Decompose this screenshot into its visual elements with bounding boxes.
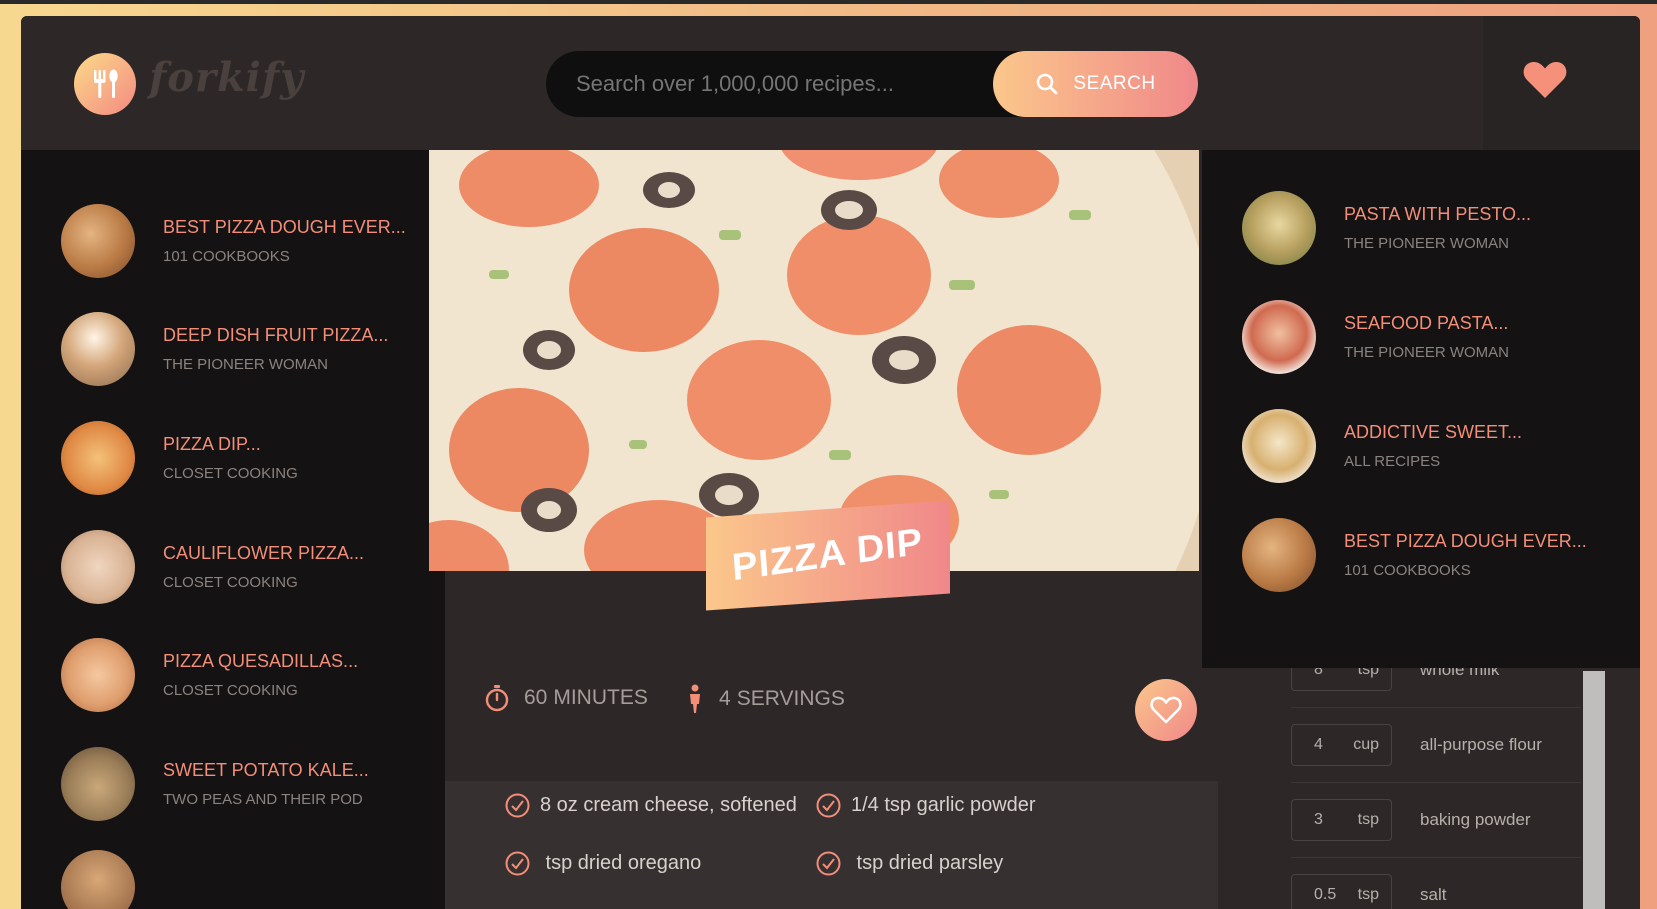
liked-recipe-title: BEST PIZZA DOUGH EVER... <box>1344 531 1587 551</box>
check-circle-icon <box>505 793 530 818</box>
recipe-thumbnail <box>61 421 135 495</box>
recipe-title-text: PIZZA DIP <box>731 520 925 590</box>
liked-recipe-item[interactable]: ADDICTIVE SWEET... ALL RECIPES <box>1242 406 1640 486</box>
ingredient-item: tsp dried parsley <box>816 851 1003 876</box>
result-publisher: CLOSET COOKING <box>163 574 298 591</box>
quantity-input[interactable]: 0.5 tsp <box>1291 874 1392 909</box>
recipe-servings-value: 4 <box>719 687 731 710</box>
liked-recipe-publisher: THE PIONEER WOMAN <box>1344 344 1510 361</box>
search-button[interactable]: SEARCH <box>993 51 1198 117</box>
logo-text: forkify <box>149 54 305 101</box>
result-item[interactable]: DEEP DISH FRUIT PIZZA... THE PIONEER WOM… <box>61 309 441 389</box>
search-icon <box>1037 73 1058 95</box>
result-title: DEEP DISH FRUIT PIZZA... <box>163 325 389 345</box>
recipe-servings-unit: SERVINGS <box>736 687 845 710</box>
liked-recipe-item[interactable]: SEAFOOD PASTA... THE PIONEER WOMAN <box>1242 297 1640 377</box>
recipe-thumbnail <box>61 747 135 821</box>
result-title: PIZZA QUESADILLAS... <box>163 651 359 671</box>
app-container: forkify SEARCH BEST PIZZA DOUGH EVER... … <box>21 16 1640 909</box>
result-item[interactable]: BEST PIZZA DOUGH EVER... 101 COOKBOOKS <box>61 201 441 281</box>
check-circle-icon <box>816 793 841 818</box>
recipe-thumbnail <box>61 312 135 386</box>
shopping-item: 4 cup all-purpose flour <box>1291 708 1581 783</box>
result-publisher: CLOSET COOKING <box>163 465 298 482</box>
ingredient-item: tsp dried oregano <box>505 851 701 876</box>
scrollbar[interactable] <box>1583 671 1605 909</box>
recipe-title: PIZZA DIP <box>706 500 950 611</box>
result-publisher: THE PIONEER WOMAN <box>163 356 329 373</box>
shopping-item-description: salt <box>1420 885 1447 904</box>
bookmark-button[interactable] <box>1135 679 1197 741</box>
search-input[interactable] <box>576 51 976 117</box>
result-item[interactable]: SWEET POTATO KALE... TWO PEAS AND THEIR … <box>61 744 441 824</box>
shopping-item: 0.5 tsp salt <box>1291 858 1581 909</box>
result-title: BEST PIZZA DOUGH EVER... <box>163 217 406 237</box>
result-publisher: 101 COOKBOOKS <box>163 248 290 265</box>
liked-recipe-publisher: ALL RECIPES <box>1344 453 1441 470</box>
header: forkify SEARCH <box>21 16 1640 150</box>
recipe-image <box>429 150 1199 571</box>
result-item[interactable]: PIZZA DIP... CLOSET COOKING <box>61 418 441 498</box>
recipe-thumbnail <box>61 204 135 278</box>
liked-recipe-publisher: 101 COOKBOOKS <box>1344 562 1471 579</box>
recipe-time: 60 MINUTES <box>484 684 648 712</box>
liked-recipe-title: SEAFOOD PASTA... <box>1344 313 1509 333</box>
window-top-border <box>0 0 1657 4</box>
result-publisher: TWO PEAS AND THEIR POD <box>163 791 363 808</box>
person-icon <box>690 684 700 713</box>
result-item[interactable]: CAULIFLOWER PIZZA... CLOSET COOKING <box>61 527 441 607</box>
stopwatch-icon <box>485 685 509 712</box>
heart-outline-icon <box>1150 696 1182 724</box>
quantity-input[interactable]: 3 tsp <box>1291 799 1392 841</box>
result-publisher: CLOSET COOKING <box>163 682 298 699</box>
liked-recipe-item[interactable]: PASTA WITH PESTO... THE PIONEER WOMAN <box>1242 188 1640 268</box>
shopping-item: 3 tsp baking powder <box>1291 783 1581 858</box>
shopping-item-description: baking powder <box>1420 810 1531 829</box>
recipe-thumbnail <box>61 638 135 712</box>
search-results-panel: BEST PIZZA DOUGH EVER... 101 COOKBOOKS D… <box>21 150 451 909</box>
recipe-thumbnail <box>61 850 135 909</box>
likes-dropdown: PASTA WITH PESTO... THE PIONEER WOMAN SE… <box>1202 150 1640 668</box>
recipe-time-value: 60 <box>524 686 548 709</box>
liked-recipe-publisher: THE PIONEER WOMAN <box>1344 235 1510 252</box>
heart-icon[interactable] <box>1522 60 1568 100</box>
shopping-item-description: all-purpose flour <box>1420 735 1542 754</box>
result-title: SWEET POTATO KALE... <box>163 760 369 780</box>
recipe-thumbnail <box>61 530 135 604</box>
recipe-thumbnail <box>1242 518 1316 592</box>
recipe-thumbnail <box>1242 409 1316 483</box>
search-button-label: SEARCH <box>1073 73 1156 94</box>
recipe-thumbnail <box>1242 300 1316 374</box>
recipe-thumbnail <box>1242 191 1316 265</box>
liked-recipe-title: PASTA WITH PESTO... <box>1344 204 1532 224</box>
recipe-time-unit: MINUTES <box>553 686 648 709</box>
ingredient-item: 8 oz cream cheese, softened <box>505 793 797 818</box>
ingredient-item: 1/4 tsp garlic powder <box>816 793 1036 818</box>
check-circle-icon <box>505 851 530 876</box>
quantity-input[interactable]: 4 cup <box>1291 724 1392 766</box>
result-item[interactable]: PIZZA QUESADILLAS... CLOSET COOKING <box>61 635 441 715</box>
result-title: CAULIFLOWER PIZZA... <box>163 543 365 563</box>
logo-icon <box>74 53 136 115</box>
result-title: PIZZA DIP... <box>163 434 261 454</box>
liked-recipe-title: ADDICTIVE SWEET... <box>1344 422 1523 442</box>
search-form: SEARCH <box>546 51 1198 117</box>
check-circle-icon <box>816 851 841 876</box>
liked-recipe-item[interactable]: BEST PIZZA DOUGH EVER... 101 COOKBOOKS <box>1242 515 1640 595</box>
recipe-servings: 4 SERVINGS <box>685 684 845 714</box>
